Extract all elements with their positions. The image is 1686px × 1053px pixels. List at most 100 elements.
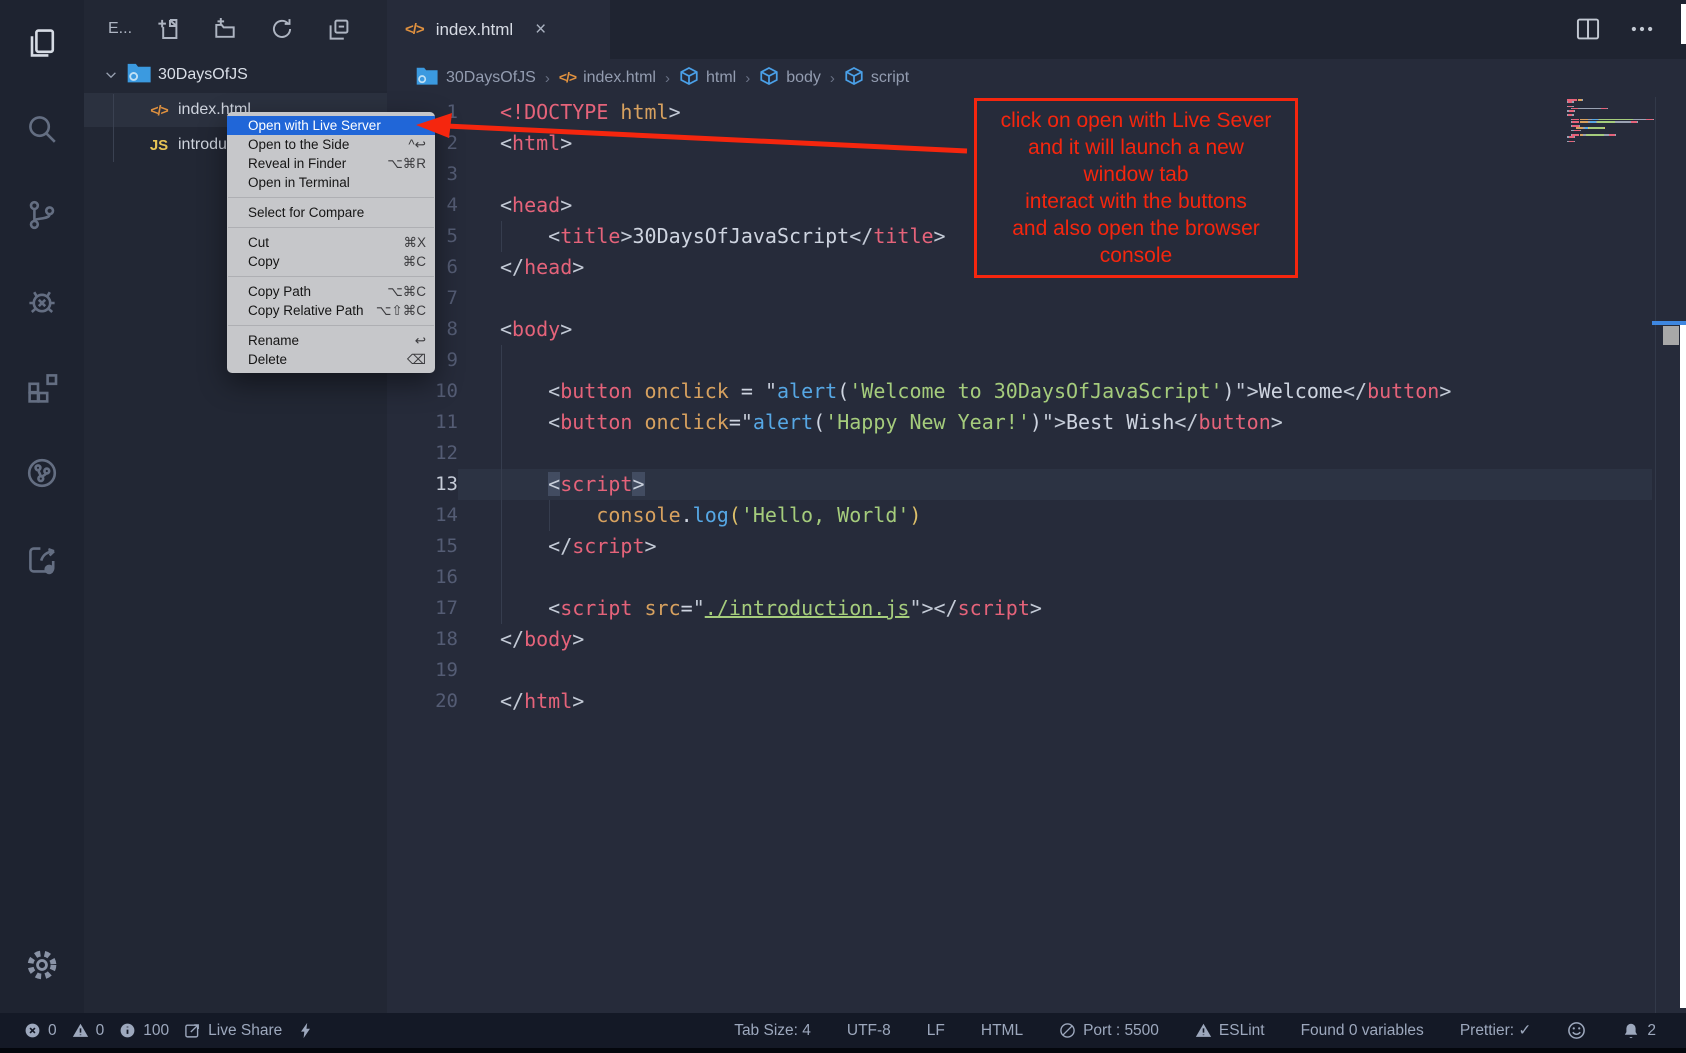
menu-item-rename[interactable]: Rename↩	[227, 331, 435, 350]
menu-item-open-with-live-server[interactable]: Open with Live Server	[227, 116, 435, 135]
menu-item-reveal-in-finder[interactable]: Reveal in Finder⌥⌘R	[227, 154, 435, 173]
line-content: <script>	[458, 469, 1652, 500]
activity-source-control-icon[interactable]	[18, 191, 66, 239]
breadcrumb-label: body	[786, 69, 821, 87]
status-lf[interactable]: LF	[927, 1022, 945, 1040]
line-number: 19	[387, 655, 458, 686]
status-prettier-[interactable]: Prettier: ✓	[1460, 1021, 1532, 1040]
annotation-text: and also open the browser	[977, 215, 1295, 242]
tab-index-html[interactable]: </> index.html ×	[387, 0, 610, 59]
line-content	[458, 345, 500, 376]
menu-item-open-in-terminal[interactable]: Open in Terminal	[227, 173, 435, 192]
status-html[interactable]: HTML	[981, 1022, 1023, 1040]
menu-item-select-for-compare[interactable]: Select for Compare	[227, 203, 435, 222]
menu-item-delete[interactable]: Delete⌫	[227, 350, 435, 369]
indent-guide	[501, 221, 502, 252]
indent-guide	[501, 345, 502, 624]
line-number: 14	[387, 500, 458, 531]
status-bolt[interactable]	[297, 1022, 314, 1039]
vscode-window: E... 30DaysOfJS </> index.html JS introd…	[0, 0, 1686, 1053]
breadcrumb-item-script[interactable]: script	[844, 66, 909, 91]
menu-separator	[228, 276, 434, 277]
status-live-share[interactable]: Live Share	[184, 1022, 282, 1040]
line-content: console.log('Hello, World')	[458, 500, 921, 531]
annotation-text: interact with the buttons	[977, 188, 1295, 215]
code-line: 9	[387, 345, 1652, 376]
html-file-icon: </>	[144, 102, 174, 118]
code-line: 12	[387, 438, 1652, 469]
menu-item-cut[interactable]: Cut⌘X	[227, 233, 435, 252]
minimap[interactable]	[1567, 99, 1653, 143]
tree-item-label: 30DaysOfJS	[158, 66, 248, 84]
new-file-icon[interactable]	[156, 17, 180, 41]
explorer-header: E...	[84, 0, 387, 57]
scrollbar-track[interactable]	[1680, 322, 1686, 1008]
breadcrumb-item-index-html[interactable]: </>index.html	[559, 69, 656, 87]
menu-separator	[228, 197, 434, 198]
status-eslint[interactable]: ESLint	[1195, 1022, 1265, 1040]
activity-search-icon[interactable]	[18, 105, 66, 153]
js-file-icon: JS	[144, 137, 174, 154]
status-2[interactable]: 2	[1622, 1022, 1656, 1040]
breadcrumb-separator: ›	[545, 70, 550, 87]
line-content: <head>	[458, 190, 572, 221]
symbol-cube-icon	[679, 66, 699, 91]
code-line: 17 <script src="./introduction.js"></scr…	[387, 593, 1652, 624]
minimap-divider	[1655, 97, 1656, 1013]
activity-explorer-icon[interactable]	[18, 19, 66, 67]
more-actions-icon[interactable]	[1629, 16, 1655, 42]
status-smiley[interactable]	[1567, 1021, 1586, 1040]
breadcrumb-item-body[interactable]: body	[759, 66, 821, 91]
annotation-text: console	[977, 242, 1295, 269]
activity-share-arrow-icon[interactable]	[18, 535, 66, 583]
activity-run-debug-icon[interactable]	[18, 277, 66, 325]
menu-item-copy-path[interactable]: Copy Path⌥⌘C	[227, 282, 435, 301]
new-folder-icon[interactable]	[213, 17, 237, 41]
scrollbar-track-top	[1681, 4, 1686, 44]
breadcrumb-separator: ›	[745, 70, 750, 87]
error-circle-icon	[24, 1022, 41, 1039]
settings-gear-icon[interactable]	[18, 941, 66, 989]
live-share-icon	[184, 1022, 201, 1039]
split-editor-icon[interactable]	[1575, 16, 1601, 42]
line-content: </html>	[458, 686, 584, 717]
line-number: 10	[387, 376, 458, 407]
breadcrumb-item-30daysofjs[interactable]: 30DaysOfJS	[415, 66, 536, 91]
status-0[interactable]: 0	[72, 1022, 105, 1040]
menu-item-copy-relative-path[interactable]: Copy Relative Path⌥⇧⌘C	[227, 301, 435, 320]
breadcrumb-item-html[interactable]: html	[679, 66, 736, 91]
line-content: <button onclick = "alert('Welcome to 30D…	[458, 376, 1451, 407]
line-number: 18	[387, 624, 458, 655]
code-line: 11 <button onclick="alert('Happy New Yea…	[387, 407, 1652, 438]
menu-item-open-to-the-side[interactable]: Open to the Side^↩	[227, 135, 435, 154]
line-content: <script src="./introduction.js"></script…	[458, 593, 1042, 624]
line-content	[458, 438, 500, 469]
collapse-folders-icon[interactable]	[327, 17, 351, 41]
line-content: <body>	[458, 314, 572, 345]
annotation-text: click on open with Live Sever	[977, 107, 1295, 134]
scrollbar-thumb[interactable]	[1663, 326, 1679, 345]
line-number: 11	[387, 407, 458, 438]
port-slash-icon	[1059, 1022, 1076, 1039]
status-100[interactable]: 100	[119, 1022, 169, 1040]
line-content	[458, 655, 500, 686]
line-content: <html>	[458, 128, 572, 159]
explorer-title: E...	[108, 20, 132, 38]
status-port-5500[interactable]: Port : 5500	[1059, 1022, 1159, 1040]
folder-icon	[415, 66, 439, 91]
close-icon[interactable]: ×	[535, 19, 546, 41]
status-tab-size-4[interactable]: Tab Size: 4	[734, 1022, 811, 1040]
status-0[interactable]: 0	[24, 1022, 57, 1040]
line-content	[458, 562, 500, 593]
window-bottom-edge	[0, 1048, 1686, 1053]
code-line: 16	[387, 562, 1652, 593]
status-found-0-variables[interactable]: Found 0 variables	[1301, 1022, 1424, 1040]
refresh-icon[interactable]	[270, 17, 294, 41]
overview-ruler-marker	[1652, 321, 1686, 325]
activity-live-share-circle-icon[interactable]	[18, 449, 66, 497]
tree-item-root-folder[interactable]: 30DaysOfJS	[84, 58, 387, 92]
menu-item-copy[interactable]: Copy⌘C	[227, 252, 435, 271]
activity-extensions-icon[interactable]	[18, 363, 66, 411]
status-utf-8[interactable]: UTF-8	[847, 1022, 891, 1040]
line-number: 13	[387, 469, 458, 500]
